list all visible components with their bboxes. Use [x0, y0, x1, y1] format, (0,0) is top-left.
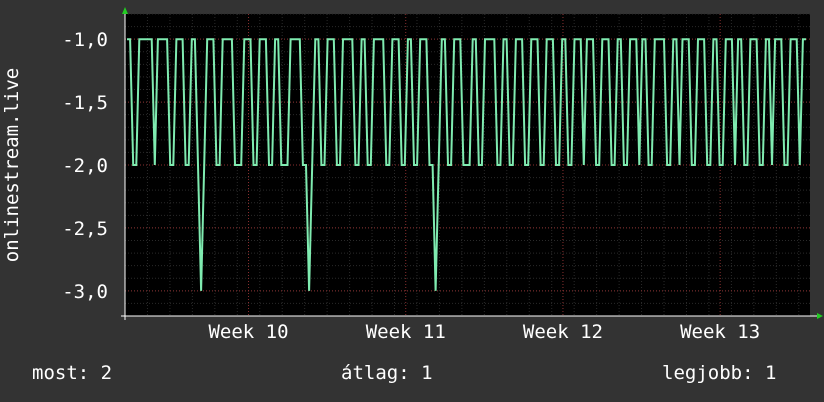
stat-now: most: 2	[32, 362, 112, 384]
stat-now-value: 2	[100, 362, 113, 384]
stat-average-label: átlag:	[341, 362, 410, 384]
stat-best-value: 1	[764, 362, 777, 384]
stat-average-value: 1	[421, 362, 433, 384]
x-tick-label: Week 10	[208, 321, 288, 343]
y-tick-label: -1,0	[62, 29, 108, 51]
y-axis-title: onlinestream.live	[1, 68, 23, 262]
chart: -1,0 -1,5 -2,0 -2,5 -3,0 Week 10 Week 11 Week 1…	[1, 7, 823, 343]
stat-now-label: most:	[32, 362, 90, 384]
y-axis-arrow	[122, 7, 128, 14]
x-tick-label: Week 13	[680, 321, 760, 343]
stat-average: átlag: 1	[341, 362, 433, 384]
y-tick-label: -1,5	[62, 92, 108, 114]
x-tick-label: Week 12	[523, 321, 603, 343]
y-tick-label: -2,5	[62, 218, 108, 240]
x-axis-arrow	[817, 313, 823, 319]
x-tick-label: Week 11	[366, 321, 446, 343]
y-tick-label: -3,0	[62, 281, 108, 303]
stat-best: legjobb: 1	[662, 362, 776, 384]
y-tick-label: -2,0	[62, 155, 108, 177]
stat-best-label: legjobb:	[662, 362, 754, 384]
